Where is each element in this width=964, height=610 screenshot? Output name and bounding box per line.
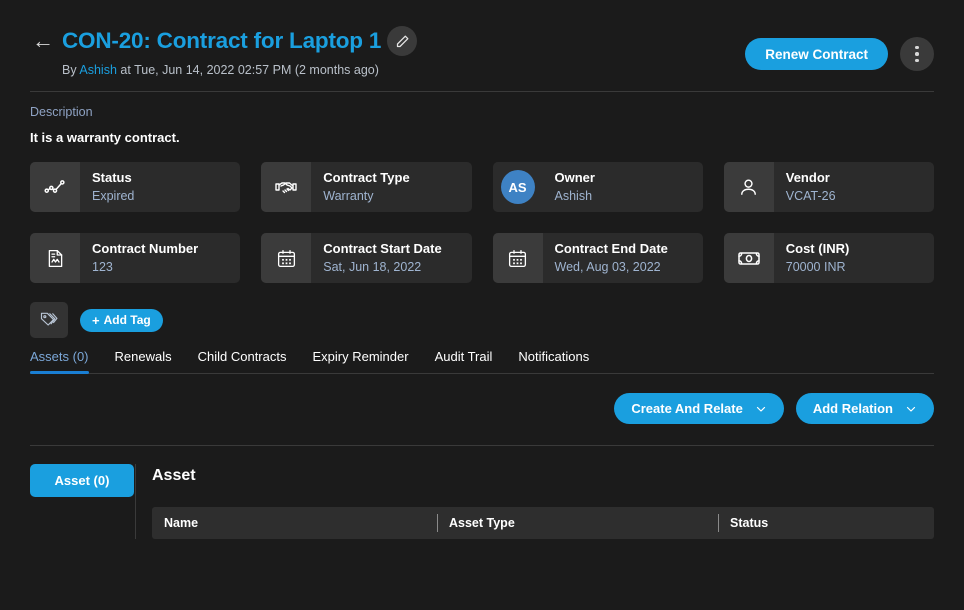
info-card-status: Status Expired [30, 162, 241, 212]
chevron-down-icon [906, 406, 916, 412]
info-card-label: Contract Type [323, 170, 410, 186]
calendar-icon [492, 233, 543, 283]
header-actions: Renew Contract [745, 37, 934, 71]
info-card-body: Vendor VCAT-26 [774, 162, 836, 212]
info-card-label: Contract Start Date [323, 241, 442, 257]
info-card-body: Contract Number 123 [80, 233, 198, 283]
add-relation-button[interactable]: Add Relation [795, 393, 934, 424]
create-and-relate-button[interactable]: Create And Relate [614, 393, 784, 424]
info-card-owner: AS Owner Ashish [492, 162, 703, 212]
add-tag-button[interactable]: + Add Tag [80, 308, 163, 332]
contract-detail-page: ← CON-20: Contract for Laptop 1 By Ashis… [0, 0, 964, 610]
info-card-contract-end-date: Contract End Date Wed, Aug 03, 2022 [492, 233, 703, 283]
info-card-vendor: Vendor VCAT-26 [723, 162, 934, 212]
related-content: Asset Name Asset Type Status [136, 464, 934, 539]
info-card-value: 70000 INR [785, 259, 846, 274]
info-card-label: Contract End Date [554, 241, 668, 257]
relation-divider [30, 445, 934, 446]
tab-child-contracts[interactable]: Child Contracts [198, 349, 287, 373]
user-icon [723, 162, 774, 212]
add-tag-label: Add Tag [103, 313, 151, 327]
pencil-icon[interactable] [387, 26, 418, 56]
info-card-label: Contract Number [92, 241, 199, 257]
chart-line-icon [30, 162, 80, 212]
meta-by-label: By [62, 63, 77, 77]
meta-timestamp: at Tue, Jun 14, 2022 02:57 PM (2 months … [120, 63, 379, 77]
related-records-panel: Asset (0) Asset Name Asset Type Status [0, 464, 964, 539]
tab-assets[interactable]: Assets (0) [30, 349, 89, 374]
info-card-value: Warranty [323, 188, 374, 203]
tab-notifications[interactable]: Notifications [518, 349, 589, 373]
tab-audit-trail[interactable]: Audit Trail [435, 349, 493, 373]
plus-icon: + [92, 312, 100, 328]
description-label: Description [30, 105, 93, 119]
calendar-icon [261, 233, 312, 283]
related-entity-list: Asset (0) [30, 464, 136, 539]
tab-expiry-reminder[interactable]: Expiry Reminder [312, 349, 408, 373]
avatar: AS [492, 162, 543, 212]
table-header-row: Name Asset Type Status [152, 507, 934, 539]
banknote-icon [723, 233, 774, 283]
info-card-body: Status Expired [80, 162, 134, 212]
info-card-label: Vendor [785, 170, 830, 186]
asset-table: Name Asset Type Status [152, 507, 934, 539]
arrow-left-icon[interactable]: ← [30, 28, 56, 54]
info-card-value: 123 [92, 259, 113, 274]
info-card-body: Contract Start Date Sat, Jun 18, 2022 [311, 233, 441, 283]
info-card-label: Status [92, 170, 132, 186]
tags-section: + Add Tag [0, 283, 964, 338]
description-section: Description It is a warranty contract. [0, 92, 964, 145]
info-card-body: Contract Type Warranty [311, 162, 409, 212]
meta-author-link[interactable]: Ashish [79, 63, 117, 77]
page-header: ← CON-20: Contract for Laptop 1 By Ashis… [0, 0, 964, 77]
info-card-contract-start-date: Contract Start Date Sat, Jun 18, 2022 [261, 233, 472, 283]
info-card-value: VCAT-26 [785, 188, 836, 203]
info-card-label: Cost (INR) [785, 241, 850, 257]
tab-renewals[interactable]: Renewals [115, 349, 172, 373]
column-header-status[interactable]: Status [718, 507, 934, 539]
info-card-value: Expired [92, 188, 135, 203]
column-header-name[interactable]: Name [152, 507, 437, 539]
create-and-relate-label: Create And Relate [631, 401, 743, 416]
description-text: It is a warranty contract. [30, 130, 180, 145]
info-card-label: Owner [554, 170, 595, 186]
info-card-cost: Cost (INR) 70000 INR [723, 233, 934, 283]
info-card-contract-type: Contract Type Warranty [261, 162, 472, 212]
renew-contract-button[interactable]: Renew Contract [745, 38, 888, 70]
relation-actions: Create And Relate Add Relation [0, 374, 964, 424]
section-title: Asset [152, 467, 196, 484]
chevron-down-icon [756, 406, 765, 412]
avatar-initials: AS [500, 170, 535, 204]
info-card-value: Sat, Jun 18, 2022 [323, 259, 422, 274]
info-card-body: Owner Ashish [543, 162, 595, 212]
info-card-contract-number: Contract Number 123 [30, 233, 241, 283]
info-card-body: Cost (INR) 70000 INR [774, 233, 850, 283]
add-relation-label: Add Relation [812, 401, 893, 416]
column-header-asset-type[interactable]: Asset Type [437, 507, 718, 539]
info-card-body: Contract End Date Wed, Aug 03, 2022 [543, 233, 668, 283]
info-card-value: Wed, Aug 03, 2022 [554, 259, 661, 274]
handshake-icon [261, 162, 312, 212]
info-card-grid: Status Expired Contract Type Warranty AS… [0, 145, 964, 283]
related-entity-asset[interactable]: Asset (0) [30, 464, 134, 497]
document-icon [30, 233, 80, 283]
tab-bar: Assets (0) Renewals Child Contracts Expi… [0, 338, 964, 374]
page-title: CON-20: Contract for Laptop 1 [62, 28, 382, 53]
kebab-menu-icon[interactable] [900, 37, 934, 71]
info-card-value: Ashish [554, 188, 593, 203]
tags-icon [30, 302, 68, 338]
